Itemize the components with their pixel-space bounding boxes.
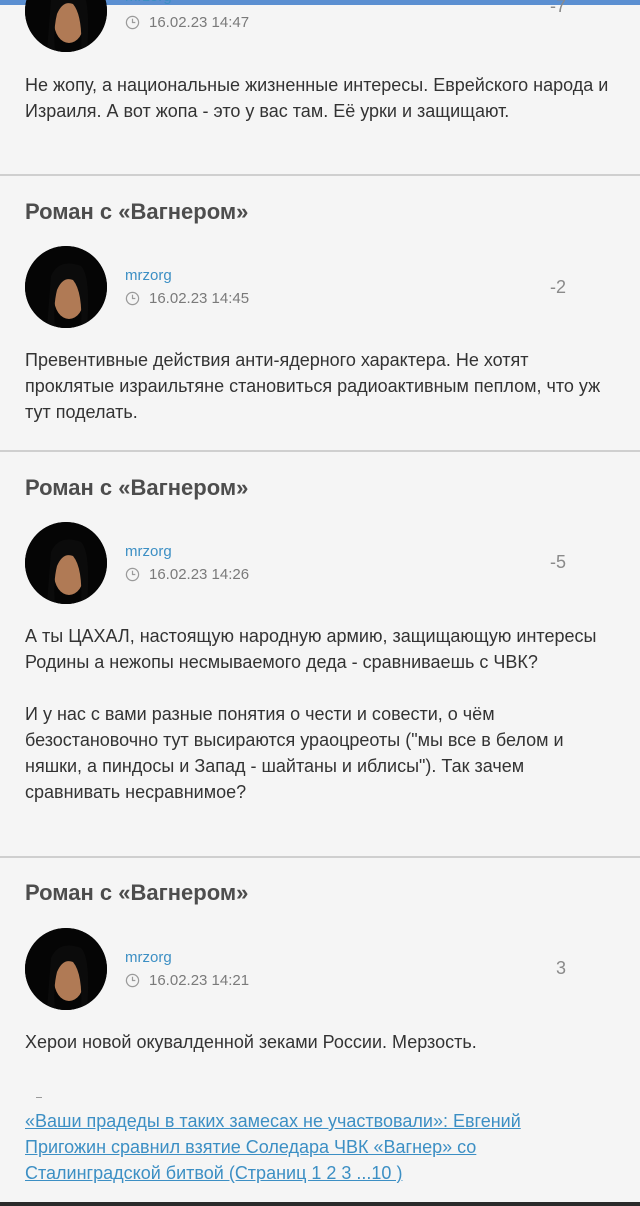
divider [0,856,640,858]
comment-date: 16.02.23 14:47 [125,14,249,31]
article-link[interactable]: «Ваши прадеды в таких замесах не участво… [25,1108,595,1186]
comment-date: 16.02.23 14:21 [125,972,249,989]
comment-paragraph: А ты ЦАХАЛ, настоящую народную армию, за… [25,626,597,672]
date-text: 16.02.23 14:47 [149,14,250,31]
date-text: 16.02.23 14:21 [149,972,250,989]
comment-body: Херои новой окувалденной зеками России. … [25,1029,620,1055]
comment-date: 16.02.23 14:45 [125,290,249,307]
clock-icon [125,291,140,306]
avatar[interactable] [25,246,107,328]
comment-body: Не жопу, а национальные жизненные интере… [25,72,620,124]
date-text: 16.02.23 14:26 [149,566,250,583]
clock-icon [125,973,140,988]
comment-date: 16.02.23 14:26 [125,566,249,583]
author-name[interactable]: mrzorg [125,267,172,284]
divider [0,450,640,452]
avatar[interactable] [25,928,107,1010]
author-name[interactable]: mrzorg [125,0,172,5]
bottom-bar [0,1202,640,1206]
comment-score: -7 [549,0,566,16]
list-marker [36,1097,42,1098]
comment-paragraph: Не жопу, а национальные жизненные интере… [25,75,609,121]
author-name[interactable]: mrzorg [125,949,172,966]
comment-score: -5 [549,552,566,572]
comment-score: 3 [555,958,566,978]
avatar[interactable] [25,522,107,604]
comment-body: Превентивные действия анти-ядерного хара… [25,347,620,425]
comment-paragraph: Херои новой окувалденной зеками России. … [25,1032,477,1052]
comment-paragraph: И у нас с вами разные понятия о чести и … [25,704,564,802]
comment-paragraph: Превентивные действия анти-ядерного хара… [25,350,601,422]
divider [0,174,640,176]
article-title[interactable]: Роман с «Вагнером» [25,475,248,501]
article-title[interactable]: Роман с «Вагнером» [25,880,248,906]
comment-body: А ты ЦАХАЛ, настоящую народную армию, за… [25,623,620,805]
date-text: 16.02.23 14:45 [149,290,250,307]
article-title[interactable]: Роман с «Вагнером» [25,199,248,225]
clock-icon [125,15,140,30]
comment-score: -2 [549,277,566,297]
author-name[interactable]: mrzorg [125,543,172,560]
avatar[interactable] [25,0,107,52]
clock-icon [125,567,140,582]
